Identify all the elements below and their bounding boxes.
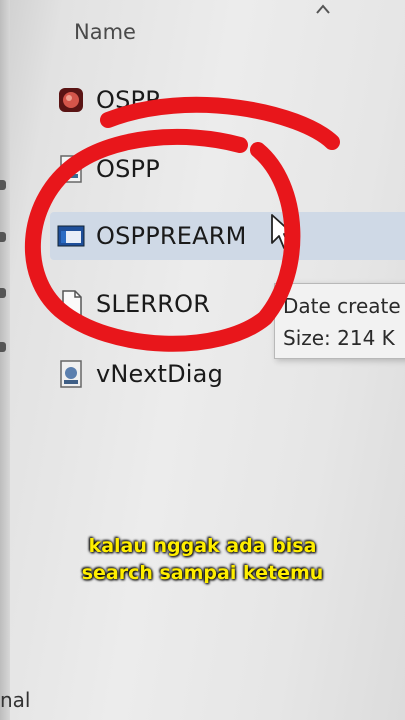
file-name: vNextDiag xyxy=(96,360,224,388)
partial-nav-label: nal xyxy=(0,688,31,712)
tooltip-date-created: Date create xyxy=(283,294,401,318)
file-icon xyxy=(62,290,82,318)
nav-expand-mark xyxy=(0,342,6,352)
file-name: OSPPREARM xyxy=(96,222,247,250)
file-name: OSPP xyxy=(96,86,160,114)
nav-expand-mark xyxy=(0,288,6,298)
file-name: SLERROR xyxy=(96,290,211,318)
caption-line-1: kalau nggak ada bisa xyxy=(88,535,317,557)
navigation-pane-edge xyxy=(0,0,10,720)
script-icon xyxy=(60,155,82,183)
sort-ascending-icon[interactable] xyxy=(314,2,332,16)
name-column-header[interactable]: Name xyxy=(74,20,136,44)
app-icon xyxy=(59,88,83,112)
file-row-ospp-script[interactable]: OSPP xyxy=(50,145,405,193)
file-row-ospp-app[interactable]: OSPP xyxy=(50,76,405,124)
file-name: OSPP xyxy=(96,155,160,183)
window-icon xyxy=(57,225,85,247)
caption-line-2: search sampai ketemu xyxy=(81,562,324,584)
nav-expand-mark xyxy=(0,180,6,190)
nav-expand-mark xyxy=(0,232,6,242)
tooltip-size: Size: 214 K xyxy=(283,326,395,350)
file-row-ospprearm[interactable]: OSPPREARM xyxy=(50,212,405,260)
file-info-tooltip: Date create Size: 214 K xyxy=(274,283,405,359)
script-icon xyxy=(60,360,82,388)
mouse-cursor-icon xyxy=(271,214,294,249)
